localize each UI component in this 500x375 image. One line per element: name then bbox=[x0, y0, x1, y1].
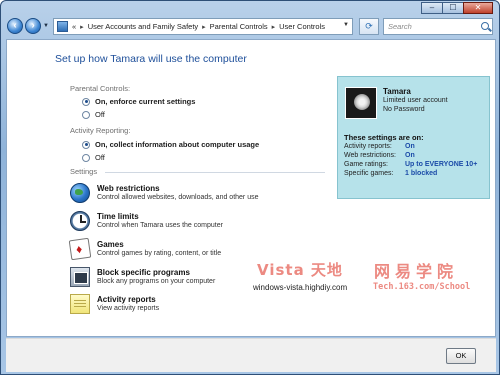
clock-icon bbox=[70, 211, 90, 231]
setting-title[interactable]: Web restrictions bbox=[97, 184, 160, 193]
watermark-vista: Vista 天地 bbox=[257, 261, 343, 279]
footer-bar: OK bbox=[6, 338, 496, 372]
setting-title[interactable]: Games bbox=[97, 240, 124, 249]
parental-controls-on-radio[interactable]: On, enforce current settings bbox=[82, 97, 195, 106]
account-type: Limited user account bbox=[383, 97, 448, 104]
breadcrumb-user-controls[interactable]: User Controls bbox=[279, 22, 325, 31]
main-content: Set up how Tamara will use the computer … bbox=[6, 39, 496, 337]
breadcrumb-user-accounts[interactable]: User Accounts and Family Safety bbox=[88, 22, 198, 31]
radio-label: Off bbox=[95, 153, 105, 162]
setting-description: Control allowed websites, downloads, and… bbox=[97, 194, 259, 201]
breadcrumb-separator-icon[interactable]: ▸ bbox=[272, 23, 276, 31]
parental-controls-off-radio[interactable]: Off bbox=[82, 110, 105, 119]
address-bar[interactable]: « ▸ User Accounts and Family Safety ▸ Pa… bbox=[53, 18, 353, 35]
radio-button-checked[interactable] bbox=[82, 97, 90, 106]
setting-status-value: Up to EVERYONE 10+ bbox=[405, 161, 478, 168]
caption-buttons: – ☐ ✕ bbox=[421, 2, 493, 14]
setting-status-row: Specific games: 1 blocked bbox=[344, 170, 437, 177]
setting-status-key: Game ratings: bbox=[344, 161, 388, 168]
close-button[interactable]: ✕ bbox=[463, 2, 493, 14]
watermark-netease: 网易学院 bbox=[374, 262, 459, 281]
breadcrumb-separator-icon[interactable]: ▸ bbox=[202, 23, 206, 31]
setting-status-value: On bbox=[405, 143, 415, 150]
page-title: Set up how Tamara will use the computer bbox=[55, 53, 247, 65]
user-name: Tamara bbox=[383, 87, 411, 96]
minimize-button[interactable]: – bbox=[421, 2, 443, 14]
address-dropdown-icon[interactable]: ▼ bbox=[343, 22, 349, 28]
user-summary-panel: Tamara Limited user account No Password … bbox=[337, 76, 490, 199]
setting-description: Control games by rating, content, or tit… bbox=[97, 250, 222, 257]
watermark-url-netease: Tech.163.com/School bbox=[373, 282, 471, 292]
settings-on-header: These settings are on: bbox=[344, 133, 424, 142]
settings-label: Settings bbox=[70, 167, 98, 176]
breadcrumb-parental-controls[interactable]: Parental Controls bbox=[210, 22, 268, 31]
setting-status-row: Game ratings: Up to EVERYONE 10+ bbox=[344, 161, 477, 168]
control-panel-icon bbox=[57, 21, 68, 32]
settings-divider bbox=[105, 172, 325, 173]
activity-reporting-label: Activity Reporting: bbox=[70, 126, 131, 135]
setting-status-row: Web restrictions: On bbox=[344, 152, 415, 159]
forward-arrow-icon: › bbox=[31, 20, 35, 31]
setting-status-key: Specific games: bbox=[344, 170, 394, 177]
report-icon bbox=[70, 294, 90, 314]
setting-status-row: Activity reports: On bbox=[344, 143, 415, 150]
search-icon[interactable] bbox=[481, 22, 489, 30]
radio-button-checked[interactable] bbox=[82, 140, 90, 149]
recent-pages-dropdown-icon[interactable]: ▼ bbox=[43, 23, 49, 29]
block-programs-icon bbox=[70, 267, 90, 287]
forward-button[interactable]: › bbox=[25, 18, 41, 34]
setting-title[interactable]: Block specific programs bbox=[97, 268, 190, 277]
refresh-button[interactable]: ⟳ bbox=[359, 18, 379, 35]
maximize-button[interactable]: ☐ bbox=[442, 2, 464, 14]
activity-reporting-on-radio[interactable]: On, collect information about computer u… bbox=[82, 140, 259, 149]
flower-icon bbox=[354, 94, 370, 110]
watermark-url-vista: windows-vista.highdiy.com bbox=[253, 283, 348, 292]
navigation-bar: ‹ › ▼ « ▸ User Accounts and Family Safet… bbox=[5, 15, 497, 37]
setting-title[interactable]: Time limits bbox=[97, 212, 139, 221]
setting-status-key: Activity reports: bbox=[344, 143, 392, 150]
password-status: No Password bbox=[383, 106, 425, 113]
setting-title[interactable]: Activity reports bbox=[97, 295, 156, 304]
setting-description: Control when Tamara uses the computer bbox=[97, 222, 223, 229]
setting-status-key: Web restrictions: bbox=[344, 152, 396, 159]
radio-label: Off bbox=[95, 110, 105, 119]
back-arrow-icon: ‹ bbox=[13, 20, 17, 31]
radio-label: On, enforce current settings bbox=[95, 97, 196, 106]
ok-button[interactable]: OK bbox=[446, 348, 476, 364]
web-restrictions-link[interactable]: Web restrictions Control allowed website… bbox=[70, 183, 330, 207]
avatar bbox=[345, 87, 377, 119]
breadcrumb-separator-icon[interactable]: ▸ bbox=[80, 23, 84, 31]
globe-icon bbox=[70, 183, 90, 203]
back-button[interactable]: ‹ bbox=[7, 18, 23, 34]
setting-description: Block any programs on your computer bbox=[97, 278, 216, 285]
radio-button[interactable] bbox=[82, 110, 90, 119]
activity-reporting-off-radio[interactable]: Off bbox=[82, 153, 105, 162]
time-limits-link[interactable]: Time limits Control when Tamara uses the… bbox=[70, 211, 330, 235]
setting-status-value: 1 blocked bbox=[405, 170, 438, 177]
breadcrumb-overflow[interactable]: « bbox=[72, 22, 76, 31]
activity-reports-link[interactable]: Activity reports View activity reports bbox=[70, 294, 330, 318]
setting-status-value: On bbox=[405, 152, 415, 159]
search-placeholder: Search bbox=[388, 22, 412, 31]
search-input[interactable]: Search bbox=[383, 18, 493, 35]
radio-label: On, collect information about computer u… bbox=[95, 140, 260, 149]
radio-button[interactable] bbox=[82, 153, 90, 162]
refresh-icon: ⟳ bbox=[365, 21, 373, 31]
parental-controls-label: Parental Controls: bbox=[70, 84, 131, 93]
window-frame: – ☐ ✕ ‹ › ▼ « ▸ User Accounts and Family… bbox=[0, 0, 500, 375]
setting-description: View activity reports bbox=[97, 305, 160, 312]
cards-icon bbox=[68, 237, 92, 261]
